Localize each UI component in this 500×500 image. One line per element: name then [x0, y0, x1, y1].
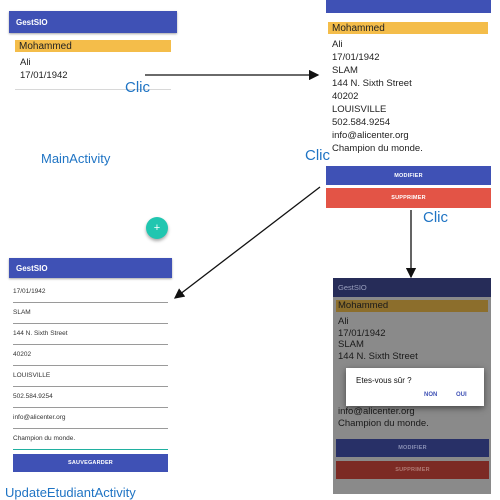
- city-field[interactable]: LOUISVILLE: [13, 371, 168, 387]
- comment-field[interactable]: Champion du monde.: [13, 434, 168, 450]
- zipcode-field[interactable]: 40202: [13, 350, 168, 366]
- confirm-dialog-title: Etes-vous sûr ?: [356, 376, 412, 385]
- birthdate-field[interactable]: 17/01/1942: [13, 287, 168, 303]
- dialog-screen-appbar-title: GestSIO: [338, 283, 367, 292]
- dialog-screen: GestSIO Mohammed Ali 17/01/1942 SLAM 144…: [333, 278, 491, 494]
- dialog-screen-email: info@alicenter.org: [338, 406, 415, 417]
- dialog-screen-lastname: Ali: [338, 316, 349, 327]
- dialog-screen-birthdate: 17/01/1942: [338, 327, 386, 339]
- email-field[interactable]: info@alicenter.org: [13, 413, 168, 429]
- detail-phone: 502.584.9254: [332, 117, 391, 128]
- student-firstname: Mohammed: [15, 40, 171, 52]
- confirm-no-button[interactable]: NON: [424, 392, 437, 398]
- update-appbar-title: GestSIO: [16, 263, 48, 273]
- detail-email: info@alicenter.org: [332, 130, 409, 141]
- add-fab-button[interactable]: +: [146, 217, 168, 239]
- detail-comment: Champion du monde.: [332, 143, 423, 154]
- detail-lastname: Ali: [332, 39, 343, 50]
- detail-city: LOUISVILLE: [332, 104, 387, 115]
- clic-label-1: Clic: [125, 79, 150, 96]
- dialog-screen-lines: Ali 17/01/1942 SLAM 144 N. Sixth Street: [338, 316, 418, 362]
- phone-field[interactable]: 502.584.9254: [13, 392, 168, 408]
- detail-appbar: [326, 0, 491, 13]
- main-activity-caption: MainActivity: [41, 151, 111, 166]
- dialog-screen-modify-button: MODIFIER: [336, 439, 489, 457]
- dialog-screen-lines-after: info@alicenter.org Champion du monde.: [338, 406, 429, 429]
- dialog-screen-appbar: GestSIO: [333, 278, 491, 297]
- dialog-screen-option: SLAM: [338, 339, 364, 350]
- detail-firstname: Mohammed: [328, 22, 488, 34]
- detail-lines: Ali 17/01/1942 SLAM 144 N. Sixth Street …: [332, 38, 423, 155]
- update-activity-caption: UpdateEtudiantActivity: [5, 485, 136, 500]
- option-field[interactable]: SLAM: [13, 308, 168, 324]
- update-activity-screen: GestSIO 17/01/1942 SLAM 144 N. Sixth Str…: [9, 258, 172, 473]
- dialog-screen-address: 144 N. Sixth Street: [338, 350, 418, 362]
- update-form: 17/01/1942 SLAM 144 N. Sixth Street 4020…: [13, 287, 168, 450]
- confirm-yes-button[interactable]: OUI: [456, 392, 467, 398]
- detail-screen: Mohammed Ali 17/01/1942 SLAM 144 N. Sixt…: [326, 0, 491, 210]
- modify-button[interactable]: MODIFIER: [326, 166, 491, 185]
- update-appbar: GestSIO: [9, 258, 172, 278]
- clic-label-3: Clic: [423, 209, 448, 226]
- main-appbar-title: GestSIO: [16, 17, 48, 27]
- save-button[interactable]: SAUVEGARDER: [13, 454, 168, 472]
- delete-button[interactable]: SUPPRIMER: [326, 188, 491, 208]
- main-appbar: GestSIO: [9, 11, 177, 33]
- detail-address: 144 N. Sixth Street: [332, 78, 412, 89]
- confirm-dialog: Etes-vous sûr ? NON OUI: [346, 368, 484, 406]
- detail-option: SLAM: [332, 65, 358, 76]
- dialog-screen-delete-button: SUPPRIMER: [336, 461, 489, 479]
- detail-birthdate: 17/01/1942: [332, 52, 380, 63]
- address-field[interactable]: 144 N. Sixth Street: [13, 329, 168, 345]
- arrow-detail-to-update: [173, 186, 321, 299]
- student-birthdate: 17/01/1942: [20, 70, 68, 81]
- dialog-screen-comment: Champion du monde.: [338, 417, 429, 429]
- detail-zipcode: 40202: [332, 91, 359, 102]
- clic-label-2: Clic: [305, 147, 330, 164]
- main-activity-screen: GestSIO Mohammed Ali 17/01/1942: [9, 11, 177, 91]
- student-lastname: Ali: [20, 57, 31, 68]
- dialog-screen-firstname: Mohammed: [336, 300, 488, 312]
